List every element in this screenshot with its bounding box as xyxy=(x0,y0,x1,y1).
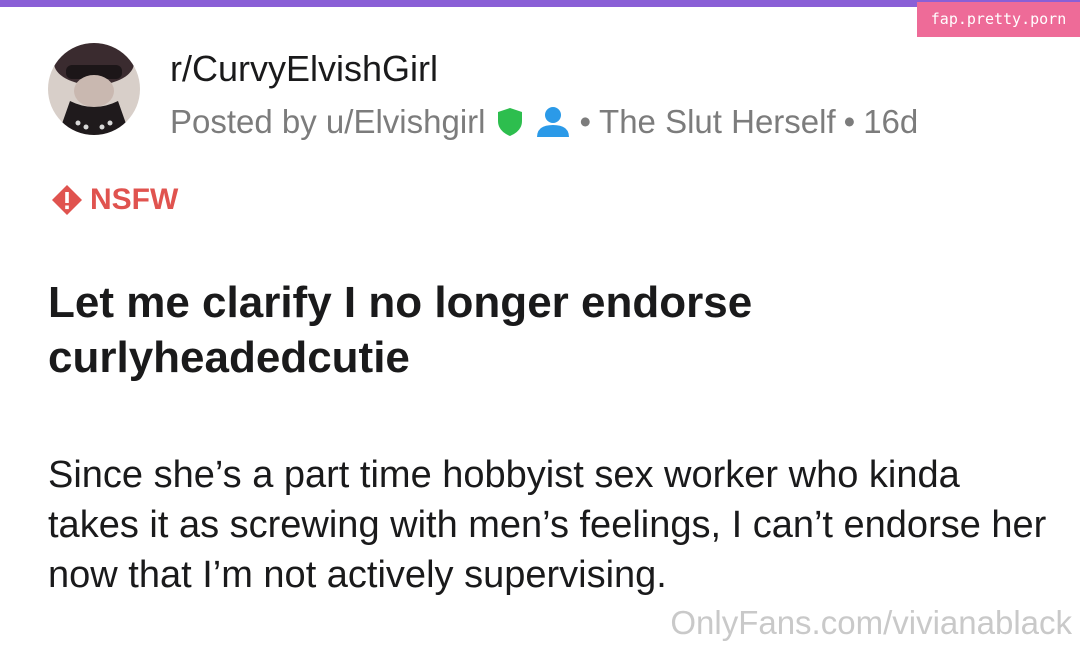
post-title[interactable]: Let me clarify I no longer endorse curly… xyxy=(48,275,1028,385)
author-link[interactable]: Posted by u/Elvishgirl xyxy=(170,103,485,141)
user-icon xyxy=(535,106,571,138)
footer-watermark: OnlyFans.com/vivianablack xyxy=(670,604,1072,641)
meta-separator: • xyxy=(579,103,592,140)
site-watermark-tag: fap.pretty.porn xyxy=(917,2,1080,37)
subreddit-name[interactable]: r/CurvyElvishGirl xyxy=(170,46,438,92)
warning-diamond-icon xyxy=(52,185,82,215)
post-meta: Posted by u/Elvishgirl • The Slut Hersel… xyxy=(170,100,918,144)
subreddit-avatar[interactable] xyxy=(48,43,140,135)
avatar-image xyxy=(48,43,140,135)
nsfw-badge: NSFW xyxy=(50,180,178,220)
post-age: 16d xyxy=(863,103,919,140)
post-body: Since she’s a part time hobbyist sex wor… xyxy=(48,454,1047,596)
nsfw-label: NSFW xyxy=(90,183,179,216)
user-flair: The Slut Herself xyxy=(599,103,836,140)
shield-icon xyxy=(497,107,523,137)
meta-separator: • xyxy=(843,103,856,140)
